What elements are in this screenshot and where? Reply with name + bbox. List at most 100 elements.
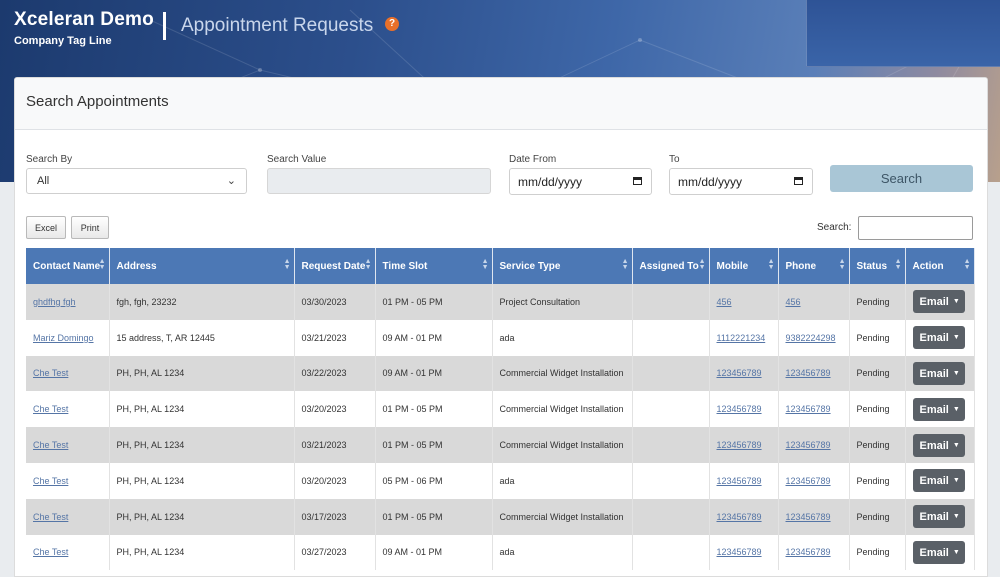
cell-slot: 01 PM - 05 PM — [375, 284, 493, 320]
cell-action: Email ▼ — [905, 498, 975, 535]
mobile-link[interactable]: 123456789 — [717, 440, 762, 450]
search-by-label: Search By — [26, 154, 73, 165]
mobile-link[interactable]: 456 — [717, 297, 732, 307]
sort-icon[interactable]: ▲ ▼ — [365, 258, 372, 271]
column-header[interactable]: Request Date ▲ ▼ — [294, 248, 376, 284]
phone-link[interactable]: 123456789 — [786, 547, 831, 557]
excel-button[interactable]: Excel — [26, 216, 66, 239]
cell-service: ada — [492, 319, 633, 356]
cell-slot: 05 PM - 06 PM — [375, 462, 493, 499]
column-header[interactable]: Service Type ▲ ▼ — [492, 248, 633, 284]
column-header[interactable]: Status ▲ ▼ — [849, 248, 906, 284]
email-button-label: Email — [919, 403, 949, 416]
cell-phone: 123456789 — [778, 498, 850, 535]
mobile-link[interactable]: 123456789 — [717, 512, 762, 522]
contact-link[interactable]: Che Test — [33, 547, 68, 557]
cell-status: Pending — [849, 284, 906, 320]
email-button-label: Email — [919, 475, 949, 488]
table-search-label: Search: — [817, 222, 852, 233]
phone-link[interactable]: 456 — [786, 297, 801, 307]
column-header[interactable]: Contact Name ▲ ▼ — [26, 248, 110, 284]
cell-service: Commercial Widget Installation — [492, 355, 633, 392]
brand-title[interactable]: Xceleran Demo — [14, 9, 154, 31]
email-dropdown-button[interactable]: Email ▼ — [912, 290, 965, 314]
cell-slot: 01 PM - 05 PM — [375, 498, 493, 535]
calendar-icon[interactable] — [633, 177, 642, 185]
table-row: Che Test PH, PH, AL 1234 03/22/2023 09 AM -… — [26, 355, 975, 392]
sort-icon[interactable]: ▲ ▼ — [699, 258, 706, 271]
sort-icon[interactable]: ▲ ▼ — [622, 258, 629, 271]
sort-icon[interactable]: ▲ ▼ — [768, 258, 775, 271]
caret-down-icon: ▼ — [952, 298, 960, 306]
contact-link[interactable]: Che Test — [33, 440, 68, 450]
help-icon[interactable]: ? — [385, 17, 399, 31]
contact-link[interactable]: Mariz Domingo — [33, 333, 94, 343]
cell-address: PH, PH, AL 1234 — [109, 498, 295, 535]
calendar-icon[interactable] — [794, 177, 803, 185]
cell-date: 03/22/2023 — [294, 355, 376, 392]
search-appointments-card: Search Appointments Search By All ⌄ Sear… — [14, 77, 988, 577]
phone-link[interactable]: 9382224298 — [786, 333, 836, 343]
print-button[interactable]: Print — [71, 216, 109, 239]
contact-link[interactable]: Che Test — [33, 368, 68, 378]
table-header-row: Contact Name ▲ ▼ Address ▲ ▼ Request Date ▲ ▼ … — [26, 248, 975, 284]
table-search-input[interactable] — [858, 216, 973, 240]
caret-down-icon: ▼ — [952, 369, 960, 377]
cell-service: Commercial Widget Installation — [492, 427, 633, 463]
cell-address: fgh, fgh, 23232 — [109, 284, 295, 320]
date-to-input[interactable]: mm/dd/yyyy — [669, 168, 813, 195]
sort-icon[interactable]: ▲ ▼ — [964, 258, 971, 271]
phone-link[interactable]: 123456789 — [786, 512, 831, 522]
mobile-link[interactable]: 1112221234 — [717, 333, 766, 343]
contact-link[interactable]: ghdfhg fgh — [33, 297, 76, 307]
table-row: Che Test PH, PH, AL 1234 03/27/2023 09 AM -… — [26, 534, 975, 571]
cell-status: Pending — [849, 427, 906, 463]
search-value-input[interactable] — [267, 168, 491, 194]
mobile-link[interactable]: 123456789 — [717, 368, 762, 378]
sort-icon[interactable]: ▲ ▼ — [839, 258, 846, 271]
column-header[interactable]: Time Slot ▲ ▼ — [375, 248, 493, 284]
email-dropdown-button[interactable]: Email ▼ — [912, 361, 965, 385]
search-by-select[interactable]: All ⌄ — [26, 168, 247, 194]
phone-link[interactable]: 123456789 — [786, 404, 831, 414]
contact-link[interactable]: Che Test — [33, 404, 68, 414]
sort-icon[interactable]: ▲ ▼ — [99, 258, 106, 271]
column-header[interactable]: Address ▲ ▼ — [109, 248, 295, 284]
phone-link[interactable]: 123456789 — [786, 440, 831, 450]
search-button[interactable]: Search — [830, 165, 973, 192]
table-row: Che Test PH, PH, AL 1234 03/21/2023 01 PM -… — [26, 427, 975, 463]
caret-down-icon: ▼ — [952, 513, 960, 521]
phone-link[interactable]: 123456789 — [786, 476, 831, 486]
search-by-value: All — [37, 175, 50, 187]
mobile-link[interactable]: 123456789 — [717, 547, 762, 557]
sort-icon[interactable]: ▲ ▼ — [284, 258, 291, 271]
date-from-input[interactable]: mm/dd/yyyy — [509, 168, 652, 195]
appointments-table: Contact Name ▲ ▼ Address ▲ ▼ Request Date ▲ ▼ … — [26, 248, 975, 571]
mobile-link[interactable]: 123456789 — [717, 404, 762, 414]
email-dropdown-button[interactable]: Email ▼ — [912, 433, 965, 457]
email-dropdown-button[interactable]: Email ▼ — [912, 540, 965, 564]
column-header[interactable]: Action ▲ ▼ — [905, 248, 975, 284]
mobile-link[interactable]: 123456789 — [717, 476, 762, 486]
contact-link[interactable]: Che Test — [33, 476, 68, 486]
email-dropdown-button[interactable]: Email ▼ — [912, 469, 965, 493]
column-header[interactable]: Assigned To ▲ ▼ — [632, 248, 710, 284]
table-row: ghdfhg fgh fgh, fgh, 23232 03/30/2023 01 PM… — [26, 284, 975, 320]
column-header[interactable]: Phone ▲ ▼ — [778, 248, 850, 284]
column-header[interactable]: Mobile ▲ ▼ — [709, 248, 779, 284]
cell-address: PH, PH, AL 1234 — [109, 427, 295, 463]
email-dropdown-button[interactable]: Email ▼ — [912, 505, 965, 529]
cell-address: PH, PH, AL 1234 — [109, 391, 295, 428]
email-button-label: Email — [919, 296, 949, 309]
email-dropdown-button[interactable]: Email ▼ — [912, 397, 965, 421]
date-from-label: Date From — [509, 154, 557, 165]
cell-date: 03/27/2023 — [294, 534, 376, 571]
sort-icon[interactable]: ▲ ▼ — [482, 258, 489, 271]
date-to-placeholder: mm/dd/yyyy — [678, 175, 743, 189]
sort-icon[interactable]: ▲ ▼ — [895, 258, 902, 271]
email-dropdown-button[interactable]: Email ▼ — [912, 326, 965, 350]
contact-link[interactable]: Che Test — [33, 512, 68, 522]
cell-phone: 123456789 — [778, 391, 850, 428]
phone-link[interactable]: 123456789 — [786, 368, 831, 378]
table-row: Mariz Domingo 15 address, T, AR 12445 03/2… — [26, 319, 975, 356]
